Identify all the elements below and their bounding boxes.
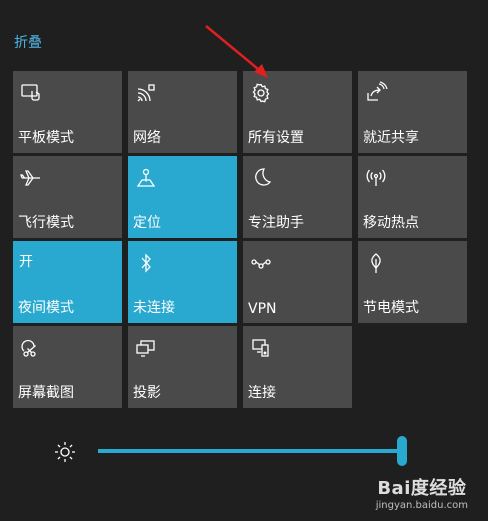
tile-label: 飞行模式 — [18, 215, 74, 231]
tablet-mode-icon — [19, 81, 43, 105]
tile-night-light[interactable]: 开 夜间模式 — [13, 241, 122, 323]
tile-mobile-hotspot[interactable]: 移动热点 — [358, 156, 467, 238]
tile-screen-snip[interactable]: 屏幕截图 — [13, 326, 122, 408]
tile-label: 移动热点 — [363, 215, 419, 231]
vpn-icon — [249, 251, 273, 275]
tile-label: 节电模式 — [363, 300, 419, 316]
tile-airplane-mode[interactable]: 飞行模式 — [13, 156, 122, 238]
tile-label: 投影 — [133, 385, 161, 401]
tile-label: 就近共享 — [363, 130, 419, 146]
screen-snip-icon — [19, 336, 43, 360]
nearby-share-icon — [364, 81, 388, 105]
tile-connect[interactable]: 连接 — [243, 326, 352, 408]
tile-state-text: 开 — [19, 254, 33, 270]
brightness-slider-track[interactable] — [98, 449, 404, 453]
brightness-slider-row — [0, 430, 488, 474]
tile-focus-assist[interactable]: 专注助手 — [243, 156, 352, 238]
tile-nearby-share[interactable]: 就近共享 — [358, 71, 467, 153]
tile-vpn[interactable]: VPN — [243, 241, 352, 323]
tile-battery-saver[interactable]: 节电模式 — [358, 241, 467, 323]
gear-icon — [249, 81, 273, 105]
brightness-slider-thumb[interactable] — [397, 436, 407, 466]
watermark-sub-text: jingyan.baidu.com — [375, 500, 468, 511]
battery-saver-icon — [364, 251, 388, 275]
tile-label: VPN — [248, 301, 277, 317]
tile-bluetooth[interactable]: 未连接 — [128, 241, 237, 323]
tile-label: 定位 — [133, 215, 161, 231]
location-icon — [134, 166, 158, 190]
network-icon — [134, 81, 158, 105]
tile-tablet-mode[interactable]: 平板模式 — [13, 71, 122, 153]
airplane-icon — [19, 166, 43, 190]
tile-label: 网络 — [133, 130, 161, 146]
tile-all-settings[interactable]: 所有设置 — [243, 71, 352, 153]
tile-label: 平板模式 — [18, 130, 74, 146]
tile-label: 未连接 — [133, 300, 175, 316]
action-center-panel: 折叠 平板模式 网络 所有设置 就近共享 飞行模式 定位 专注助手 移动热点 开… — [0, 0, 488, 521]
hotspot-icon — [364, 166, 388, 190]
connect-icon — [249, 336, 273, 360]
moon-icon — [249, 166, 273, 190]
tile-label: 屏幕截图 — [18, 385, 74, 401]
sun-icon — [53, 440, 77, 464]
watermark-main-text: Bai度经验 — [377, 478, 467, 499]
project-icon — [134, 336, 158, 360]
tile-network[interactable]: 网络 — [128, 71, 237, 153]
watermark-logo: Bai度经验 jingyan.baidu.com — [376, 474, 468, 511]
tile-project[interactable]: 投影 — [128, 326, 237, 408]
tile-label: 连接 — [248, 385, 276, 401]
bluetooth-icon — [134, 251, 158, 275]
tile-label: 所有设置 — [248, 130, 304, 146]
tile-label: 专注助手 — [248, 215, 304, 231]
tile-label: 夜间模式 — [18, 300, 74, 316]
collapse-link[interactable]: 折叠 — [14, 32, 42, 52]
tile-location[interactable]: 定位 — [128, 156, 237, 238]
